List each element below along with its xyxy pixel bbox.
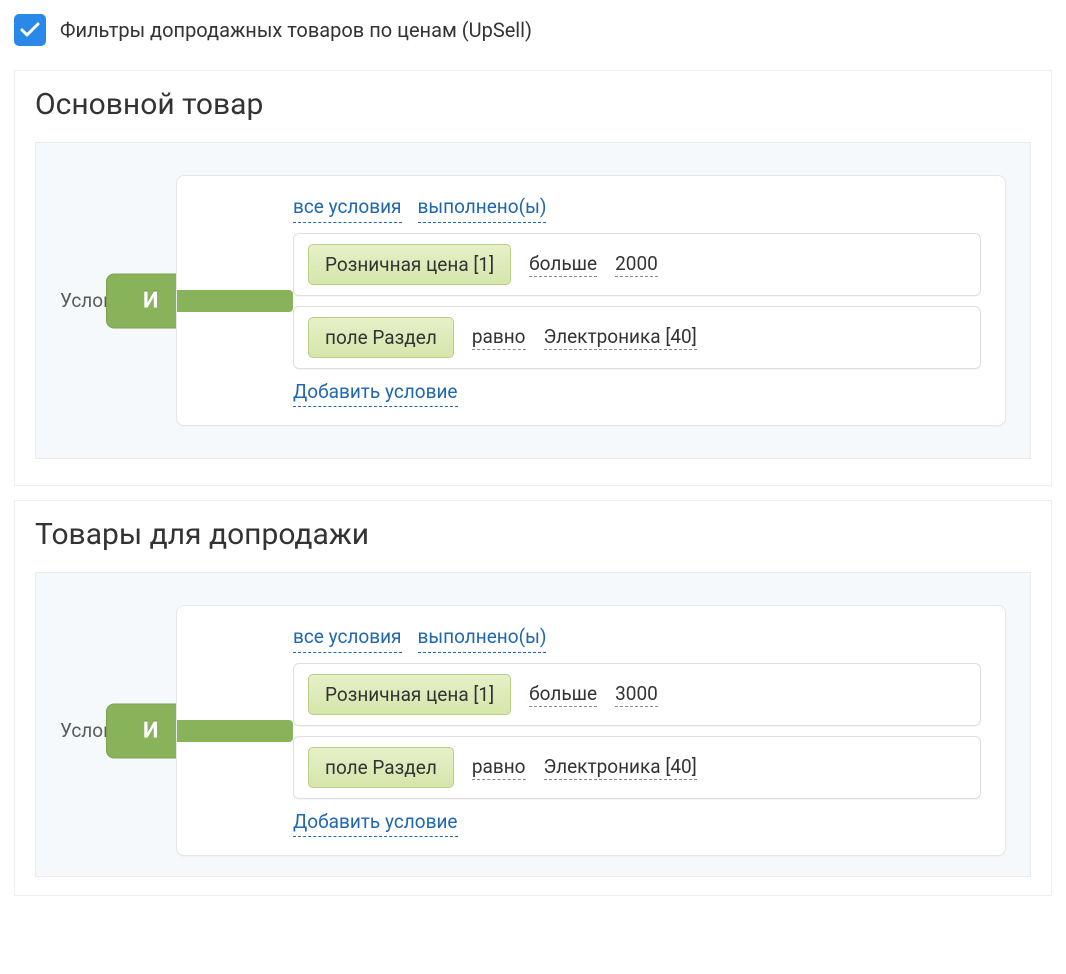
builder-footer: Добавить условие bbox=[293, 809, 981, 838]
comparison-value[interactable]: 3000 bbox=[615, 682, 658, 707]
builder-header: все условия выполнено(ы) bbox=[293, 194, 981, 223]
comparison-value[interactable]: 2000 bbox=[615, 252, 658, 277]
builder-header: все условия выполнено(ы) bbox=[293, 624, 981, 653]
operator-value[interactable]: больше bbox=[529, 682, 597, 707]
field-chip[interactable]: поле Раздел bbox=[308, 747, 454, 788]
condition-wrapper: Условие: И все условия выполнено(ы) Розн… bbox=[35, 142, 1031, 459]
condition-builder: все условия выполнено(ы) Розничная цена … bbox=[176, 605, 1006, 856]
comparison-value[interactable]: Электроника [40] bbox=[544, 755, 697, 780]
logic-bridge bbox=[177, 290, 293, 312]
operator-value[interactable]: равно bbox=[472, 755, 526, 780]
satisfied-link[interactable]: выполнено(ы) bbox=[418, 194, 547, 223]
section-main-product: Основной товар Условие: И все условия вы… bbox=[14, 70, 1052, 486]
condition-row: поле Раздел равно Электроника [40] bbox=[293, 306, 981, 369]
builder-footer: Добавить условие bbox=[293, 379, 981, 408]
logic-bridge bbox=[177, 720, 293, 742]
upsell-filters-toggle: Фильтры допродажных товаров по ценам (Up… bbox=[14, 14, 1052, 46]
add-condition-link[interactable]: Добавить условие bbox=[293, 379, 458, 408]
upsell-filters-checkbox[interactable] bbox=[14, 14, 46, 46]
field-chip[interactable]: Розничная цена [1] bbox=[308, 244, 511, 285]
upsell-filters-label: Фильтры допродажных товаров по ценам (Up… bbox=[60, 18, 532, 42]
satisfied-link[interactable]: выполнено(ы) bbox=[418, 624, 547, 653]
add-condition-link[interactable]: Добавить условие bbox=[293, 809, 458, 838]
condition-wrapper: Условие: И все условия выполнено(ы) Розн… bbox=[35, 572, 1031, 877]
condition-row: Розничная цена [1] больше 3000 bbox=[293, 663, 981, 726]
condition-row: поле Раздел равно Электроника [40] bbox=[293, 736, 981, 799]
comparison-value[interactable]: Электроника [40] bbox=[544, 325, 697, 350]
all-conditions-link[interactable]: все условия bbox=[293, 624, 402, 653]
check-icon bbox=[20, 22, 40, 38]
section-upsell-products: Товары для допродажи Условие: И все усло… bbox=[14, 500, 1052, 896]
all-conditions-link[interactable]: все условия bbox=[293, 194, 402, 223]
condition-row: Розничная цена [1] больше 2000 bbox=[293, 233, 981, 296]
section-title: Основной товар bbox=[35, 87, 1031, 122]
section-title: Товары для допродажи bbox=[35, 517, 1031, 552]
operator-value[interactable]: больше bbox=[529, 252, 597, 277]
field-chip[interactable]: поле Раздел bbox=[308, 317, 454, 358]
operator-value[interactable]: равно bbox=[472, 325, 526, 350]
condition-builder: все условия выполнено(ы) Розничная цена … bbox=[176, 175, 1006, 426]
field-chip[interactable]: Розничная цена [1] bbox=[308, 674, 511, 715]
